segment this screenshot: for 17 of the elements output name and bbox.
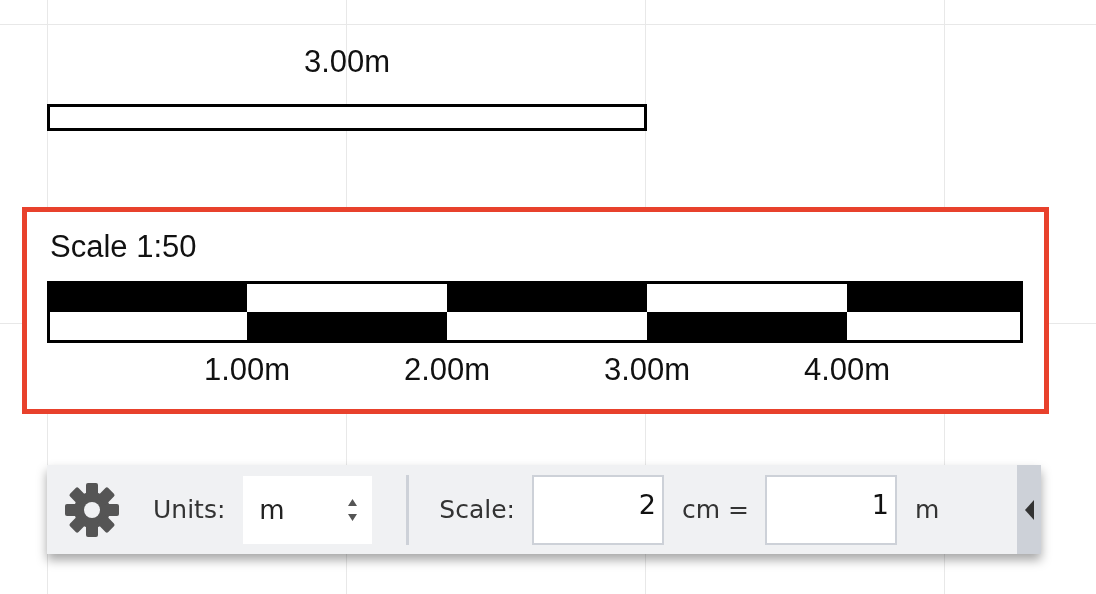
caret-icon — [1024, 499, 1034, 520]
settings-icon[interactable] — [64, 481, 120, 538]
stepper-icon — [347, 496, 359, 523]
collapse-tab[interactable] — [1017, 465, 1041, 554]
tick-label: 2.00m — [402, 352, 492, 388]
units-select[interactable]: m — [243, 475, 373, 544]
tick-label: 3.00m — [602, 352, 692, 388]
unit-label: cm = — [682, 495, 750, 524]
paper-length-field[interactable]: 2 — [532, 474, 665, 545]
tick-label: 1.00m — [202, 352, 292, 388]
real-length-field[interactable]: 1 — [765, 474, 898, 545]
unit-label: m — [915, 495, 940, 524]
scale-title: Scale 1:50 — [50, 229, 197, 265]
measurement-label: 3.00m — [302, 44, 392, 80]
tick-label: 4.00m — [802, 352, 892, 388]
scale-label: Scale: — [439, 495, 516, 524]
units-label: Units: — [153, 495, 226, 524]
